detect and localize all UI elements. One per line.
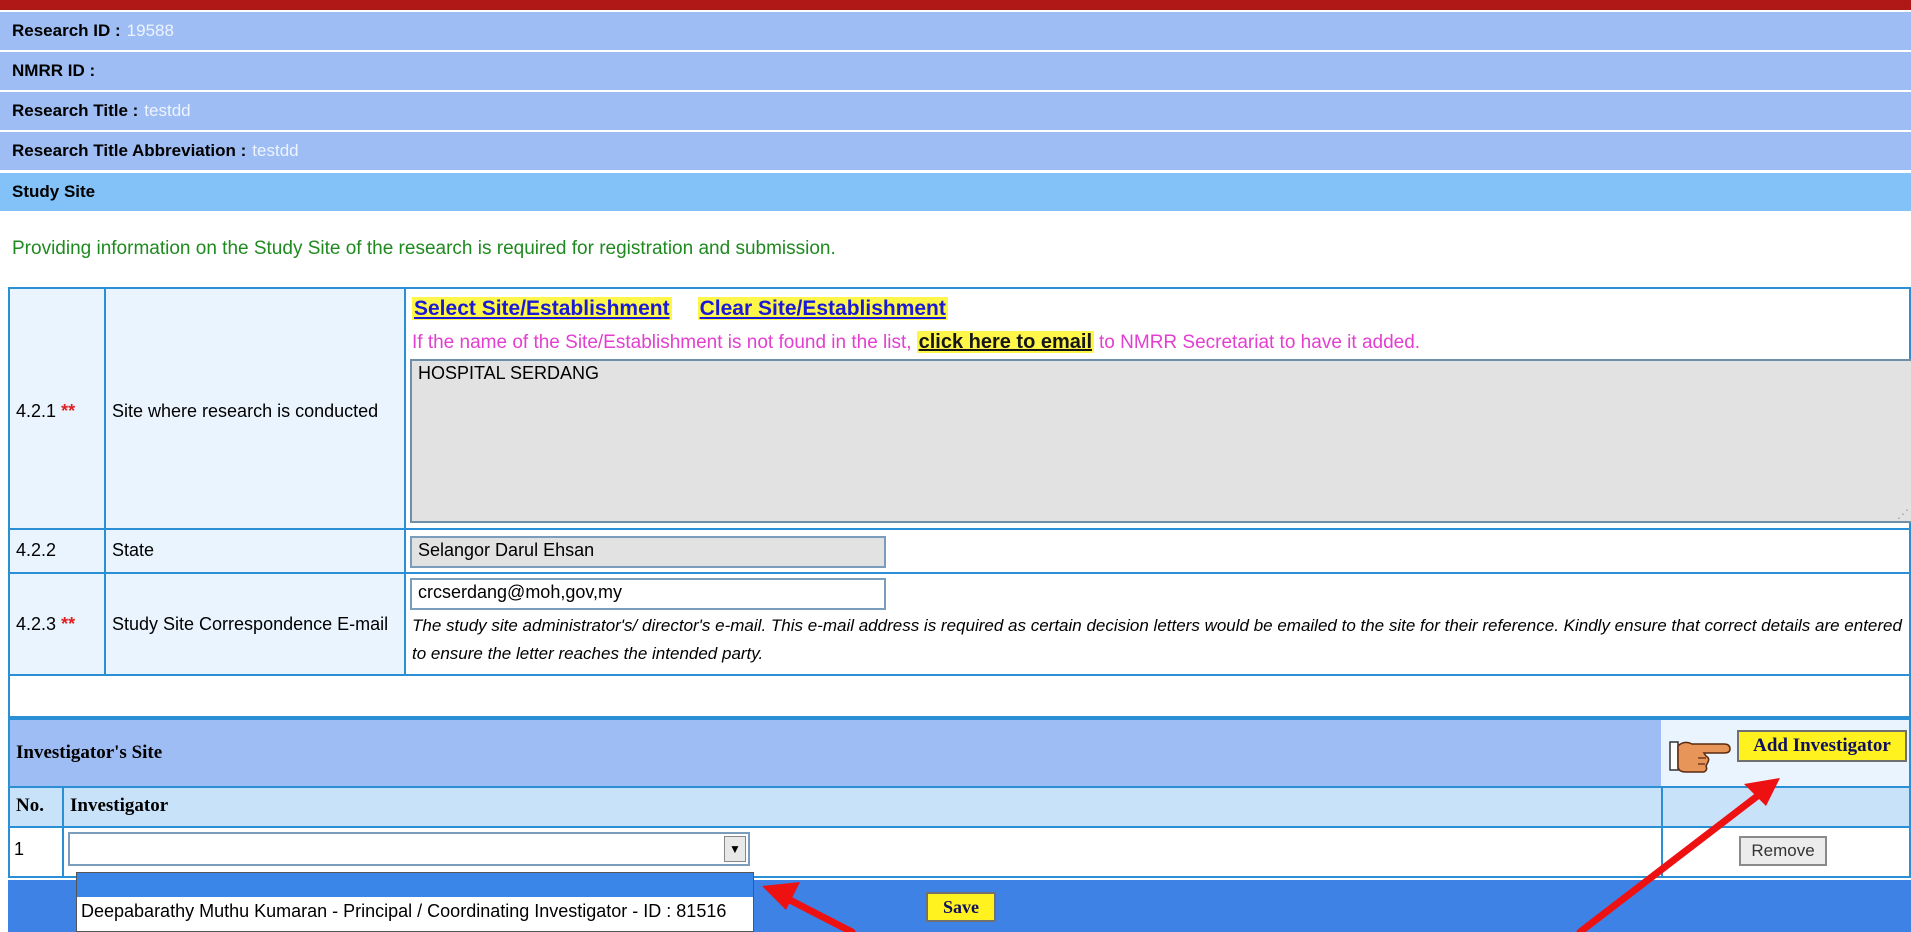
annotation-arrows	[762, 778, 1780, 932]
annotation-arrow-add	[1576, 790, 1764, 932]
annotation-arrow-dropdown	[778, 892, 856, 932]
